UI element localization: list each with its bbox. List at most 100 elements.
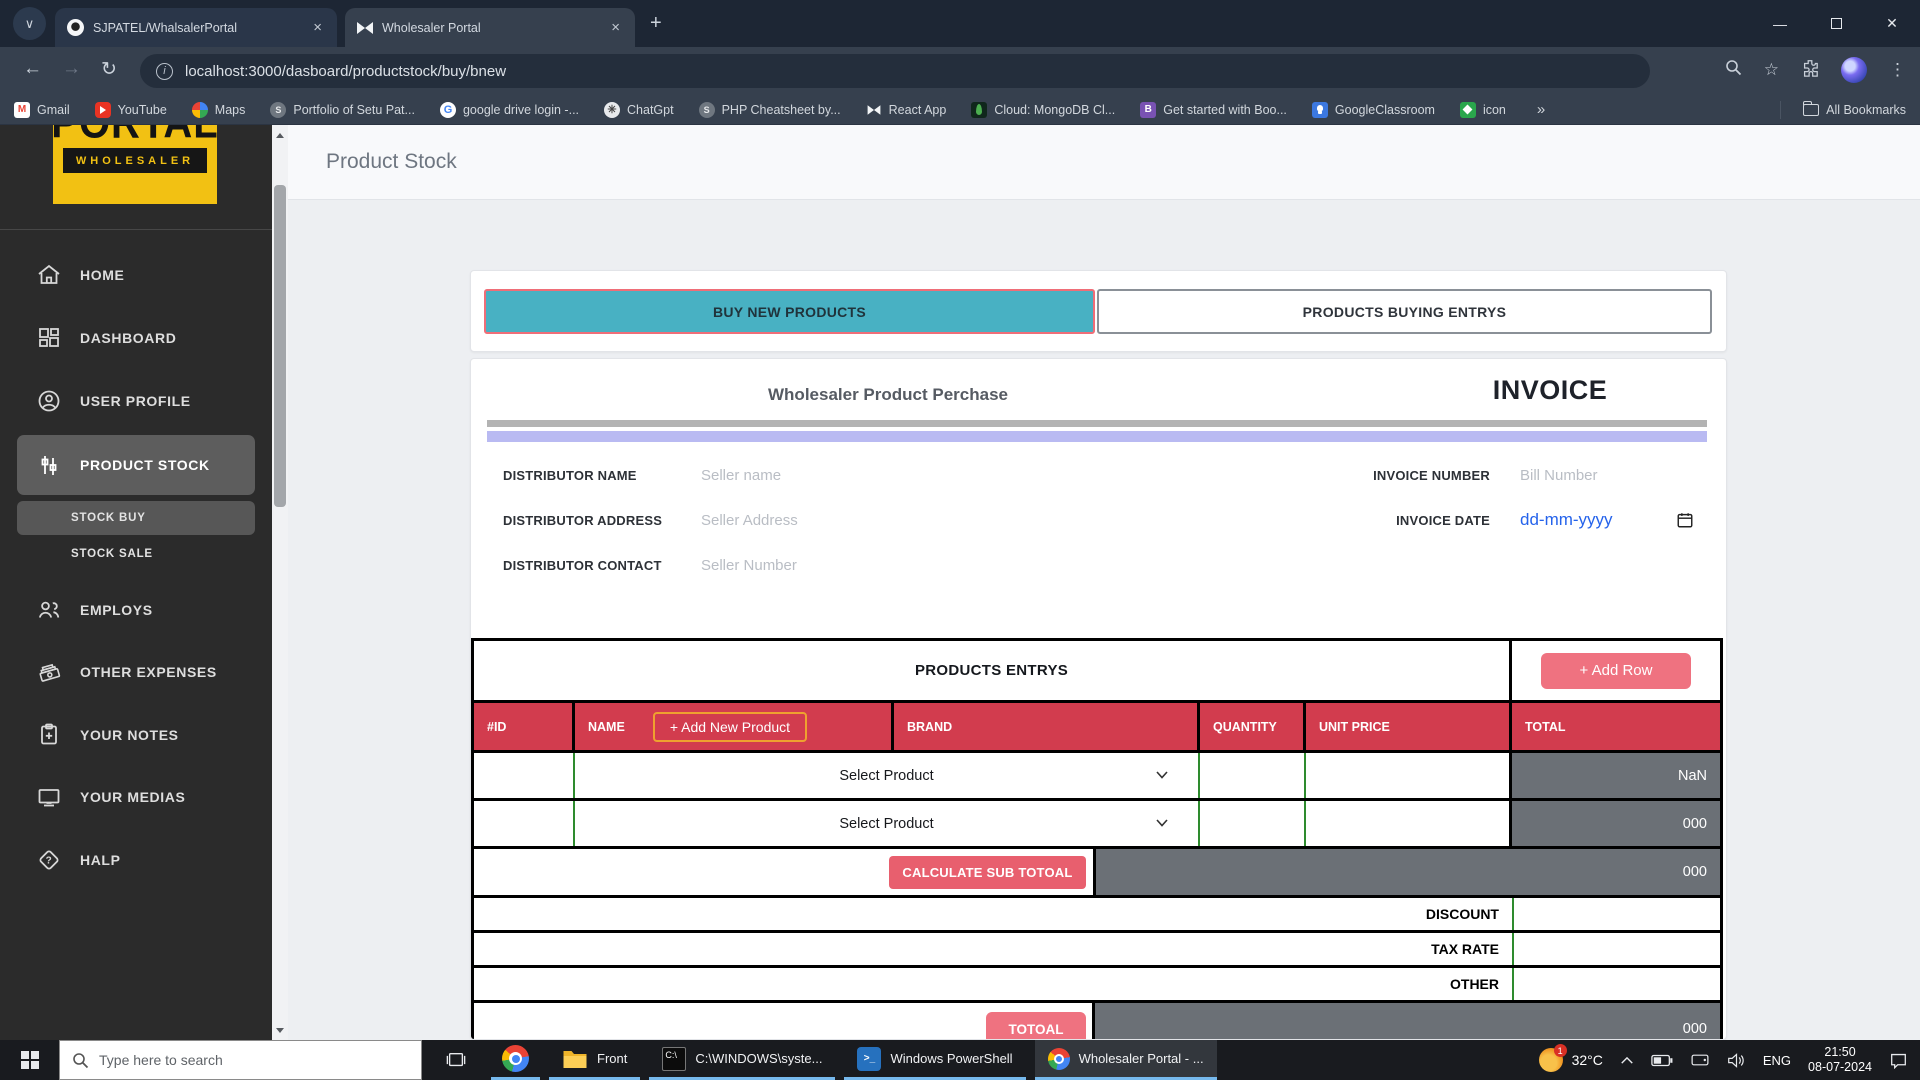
- distributor-address-label: DISTRIBUTOR ADDRESS: [503, 513, 701, 528]
- sidebar-item-employs[interactable]: EMPLOYS: [0, 585, 272, 635]
- unit-price-cell[interactable]: [1306, 753, 1512, 798]
- browser-tab-github[interactable]: SJPATEL/WhalsalerPortal ×: [55, 8, 337, 47]
- distributor-address-field[interactable]: [701, 512, 951, 529]
- action-center-icon[interactable]: [1889, 1052, 1908, 1069]
- sidebar-item-home[interactable]: HOME: [0, 250, 272, 300]
- bookmark-bootstrap[interactable]: BGet started with Boo...: [1140, 102, 1287, 118]
- sidebar-item-other-expenses[interactable]: OTHER EXPENSES: [0, 647, 272, 697]
- zoom-icon[interactable]: [1725, 59, 1742, 81]
- language-indicator[interactable]: ENG: [1763, 1053, 1791, 1068]
- scrollbar-thumb[interactable]: [274, 185, 286, 507]
- grand-total-cell: 000: [1095, 1003, 1720, 1040]
- sidebar-item-halp[interactable]: ? HALP: [0, 835, 272, 885]
- col-header-total: TOTAL: [1512, 703, 1720, 750]
- cast-screen-icon[interactable]: [1690, 1053, 1710, 1067]
- bookmark-star-icon[interactable]: ☆: [1764, 60, 1779, 80]
- scrollbar-up-icon[interactable]: [272, 127, 288, 143]
- page-scrollbar[interactable]: [272, 125, 288, 1040]
- quantity-cell[interactable]: [1200, 801, 1306, 846]
- profile-avatar[interactable]: [1841, 57, 1867, 83]
- bookmark-chatgpt[interactable]: ✳ChatGpt: [604, 102, 674, 118]
- menu-kebab-icon[interactable]: ⋮: [1889, 60, 1906, 80]
- bookmarks-overflow-icon[interactable]: »: [1537, 101, 1545, 118]
- invoice-date-field[interactable]: dd-mm-yyyy: [1520, 510, 1613, 530]
- sidebar-subitem-stock-buy[interactable]: STOCK BUY: [17, 501, 255, 535]
- taskbar-app-powershell[interactable]: >_ Windows PowerShell: [844, 1040, 1025, 1080]
- reload-icon[interactable]: ↻: [101, 58, 117, 81]
- add-row-button[interactable]: + Add Row: [1541, 653, 1691, 689]
- bookmark-mongodb[interactable]: Cloud: MongoDB Cl...: [971, 102, 1115, 118]
- maximize-icon[interactable]: [1808, 0, 1864, 47]
- unit-price-cell[interactable]: [1306, 801, 1512, 846]
- tab-products-buying-entries[interactable]: PRODUCTS BUYING ENTRYS: [1097, 289, 1712, 334]
- bookmark-icon-site[interactable]: icon: [1460, 102, 1506, 118]
- weather-widget[interactable]: 32°C: [1539, 1048, 1603, 1072]
- sidebar-item-your-medias[interactable]: YOUR MEDIAS: [0, 772, 272, 822]
- tab-title: SJPATEL/WhalsalerPortal: [93, 21, 301, 35]
- invoice-number-field[interactable]: [1520, 467, 1680, 484]
- taskbar-app-explorer[interactable]: Front: [549, 1040, 640, 1080]
- search-input[interactable]: [99, 1052, 379, 1068]
- add-new-product-button[interactable]: + Add New Product: [653, 712, 807, 742]
- extensions-puzzle-icon[interactable]: [1801, 59, 1819, 82]
- all-bookmarks-button[interactable]: All Bookmarks: [1803, 103, 1906, 117]
- browser-tab-strip: ∨ SJPATEL/WhalsalerPortal × Wholesaler P…: [0, 0, 1920, 47]
- bookmark-gmail[interactable]: MGmail: [14, 102, 70, 118]
- col-header-id: #ID: [474, 703, 575, 750]
- start-button[interactable]: [0, 1040, 59, 1080]
- app-logo: PORTAL WHOLESALER: [53, 125, 217, 204]
- tax-rate-input[interactable]: [1512, 933, 1720, 965]
- distributor-name-row: DISTRIBUTOR NAME: [503, 463, 951, 487]
- back-icon[interactable]: ←: [23, 58, 42, 80]
- sidebar-item-user-profile[interactable]: USER PROFILE: [0, 376, 272, 426]
- clock[interactable]: 21:50 08-07-2024: [1808, 1045, 1872, 1075]
- quantity-cell[interactable]: [1200, 753, 1306, 798]
- bookmark-google-drive[interactable]: Ggoogle drive login -...: [440, 102, 579, 118]
- scrollbar-down-icon[interactable]: [272, 1022, 288, 1038]
- battery-icon[interactable]: [1651, 1054, 1673, 1067]
- hidden-icons-chevron[interactable]: [1620, 1056, 1634, 1065]
- calendar-icon[interactable]: [1676, 511, 1694, 529]
- sidebar-item-product-stock[interactable]: PRODUCT STOCK: [17, 435, 255, 495]
- id-cell[interactable]: [474, 801, 575, 846]
- bookmark-classroom[interactable]: GoogleClassroom: [1312, 102, 1435, 118]
- task-view-button[interactable]: [430, 1040, 482, 1080]
- product-select[interactable]: Select Product: [575, 801, 1200, 846]
- bookmark-youtube[interactable]: YouTube: [95, 102, 167, 118]
- close-icon[interactable]: ✕: [1864, 0, 1920, 47]
- calculate-subtotal-button[interactable]: CALCULATE SUB TOTOAL: [889, 856, 1085, 889]
- tab-buy-new-products[interactable]: BUY NEW PRODUCTS: [484, 289, 1095, 334]
- forward-icon[interactable]: →: [62, 58, 81, 80]
- bookmark-maps[interactable]: Maps: [192, 102, 246, 118]
- tab-close-icon[interactable]: ×: [310, 19, 325, 36]
- site-info-icon[interactable]: i: [156, 63, 173, 80]
- product-select[interactable]: Select Product: [575, 753, 1200, 798]
- sidebar-item-dashboard[interactable]: DASHBOARD: [0, 313, 272, 363]
- speaker-icon[interactable]: [1727, 1053, 1746, 1068]
- tab-search-icon[interactable]: ∨: [13, 7, 46, 40]
- minimize-icon[interactable]: —: [1752, 0, 1808, 47]
- browser-tab-wholesaler[interactable]: Wholesaler Portal ×: [345, 8, 635, 47]
- taskbar-app-wholesaler-portal[interactable]: Wholesaler Portal - ...: [1035, 1040, 1217, 1080]
- taskbar-app-cmd[interactable]: C:\ C:\WINDOWS\syste...: [649, 1040, 835, 1080]
- bookmark-portfolio[interactable]: SPortfolio of Setu Pat...: [270, 102, 415, 118]
- taskbar-app-chrome[interactable]: [491, 1040, 540, 1080]
- discount-input[interactable]: [1512, 898, 1720, 930]
- temperature: 32°C: [1572, 1052, 1603, 1068]
- distributor-contact-field[interactable]: [701, 557, 951, 574]
- distributor-contact-row: DISTRIBUTOR CONTACT: [503, 553, 951, 577]
- bookmark-php[interactable]: SPHP Cheatsheet by...: [699, 102, 841, 118]
- taskbar-search[interactable]: [59, 1040, 422, 1080]
- url-text[interactable]: localhost:3000/dasboard/productstock/buy…: [185, 63, 506, 80]
- bookmark-react-app[interactable]: React App: [866, 103, 947, 117]
- sidebar-subitem-stock-sale[interactable]: STOCK SALE: [17, 539, 255, 569]
- other-input[interactable]: [1512, 968, 1720, 1000]
- address-bar[interactable]: i localhost:3000/dasboard/productstock/b…: [140, 54, 1650, 88]
- total-button[interactable]: TOTOAL: [986, 1012, 1086, 1040]
- sidebar-item-your-notes[interactable]: YOUR NOTES: [0, 710, 272, 760]
- id-cell[interactable]: [474, 753, 575, 798]
- distributor-name-field[interactable]: [701, 467, 951, 484]
- invoice-card: Wholesaler Product Perchase INVOICE DIST…: [470, 358, 1727, 1040]
- tab-close-icon[interactable]: ×: [608, 19, 623, 36]
- new-tab-icon[interactable]: +: [650, 13, 662, 33]
